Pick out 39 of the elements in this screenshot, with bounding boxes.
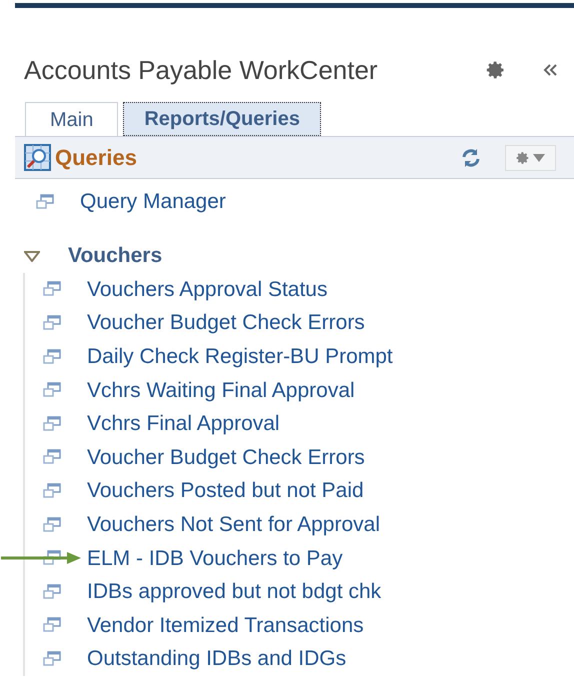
query-link[interactable]: Vchrs Final Approval <box>87 413 280 434</box>
windows-icon <box>43 617 61 634</box>
section-title: Queries <box>55 144 138 172</box>
tab[interactable]: Reports/Queries <box>123 102 321 136</box>
query-link[interactable]: Vouchers Not Sent for Approval <box>87 514 380 536</box>
windows-icon <box>43 348 61 365</box>
windows-icon <box>43 449 61 466</box>
query-link[interactable]: Daily Check Register-BU Prompt <box>87 346 393 368</box>
query-link[interactable]: Vendor Itemized Transactions <box>87 614 364 636</box>
expanded-triangle-icon[interactable] <box>24 250 40 262</box>
settings-icon[interactable] <box>516 150 530 164</box>
query-link[interactable]: Vouchers Approval Status <box>87 278 328 300</box>
query-link[interactable]: Voucher Budget Check Errors <box>87 312 365 334</box>
query-link[interactable]: Query Manager <box>80 191 226 212</box>
windows-icon <box>36 194 54 210</box>
query-link[interactable]: Outstanding IDBs and IDGs <box>87 648 346 670</box>
query-link[interactable]: IDBs approved but not bdgt chk <box>87 581 382 602</box>
tab[interactable]: Main <box>25 102 118 136</box>
group-title[interactable]: Vouchers <box>68 240 162 272</box>
windows-icon <box>43 416 61 432</box>
window-title: Accounts Payable WorkCenter <box>24 54 379 86</box>
options-menu-button[interactable] <box>505 144 556 170</box>
query-link[interactable]: Vouchers Posted but not Paid <box>87 480 364 502</box>
refresh-icon[interactable] <box>461 148 481 168</box>
windows-icon <box>43 382 61 398</box>
windows-icon <box>43 584 61 600</box>
collapse-icon[interactable] <box>542 62 558 78</box>
windows-icon <box>43 281 61 298</box>
settings-icon[interactable] <box>486 60 506 80</box>
windows-icon <box>43 482 61 499</box>
query-link[interactable]: ELM - IDB Vouchers to Pay <box>87 548 343 569</box>
windows-icon <box>43 550 61 566</box>
windows-icon <box>43 650 61 667</box>
query-icon <box>24 144 51 171</box>
windows-icon <box>43 516 61 533</box>
caret-icon <box>533 154 545 162</box>
query-link[interactable]: Vchrs Waiting Final Approval <box>87 380 355 401</box>
query-link[interactable]: Voucher Budget Check Errors <box>87 446 365 468</box>
windows-icon <box>43 314 61 331</box>
